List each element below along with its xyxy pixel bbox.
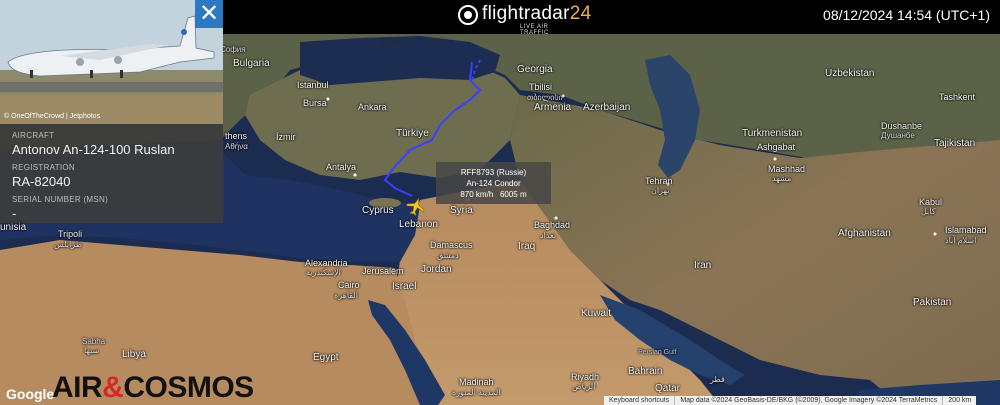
map-label: Tashkent — [939, 92, 976, 102]
map-label: Armenia — [534, 102, 572, 113]
map-footer: Keyboard shortcuts Map data ©2024 GeoBas… — [604, 396, 977, 405]
map-label: سبها — [84, 346, 100, 355]
map-label: Islamabad — [945, 225, 987, 235]
aircraft-info-panel: © OneOfTheCrowd | Jetphotos ✕ AIRCRAFT A… — [0, 0, 223, 223]
map-label: بغداد — [540, 231, 557, 240]
logo-text: flightradar24 — [482, 3, 592, 24]
map-label: Cairo — [338, 280, 360, 290]
close-button[interactable]: ✕ — [195, 0, 223, 28]
flight-type: An-124 Condor — [466, 179, 521, 188]
map-label: Georgia — [517, 64, 553, 75]
map-label: Tbilisi — [529, 82, 553, 92]
photo-credit: © OneOfTheCrowd | Jetphotos — [4, 113, 101, 120]
map-label: تهران — [651, 186, 670, 195]
keyboard-shortcuts-link[interactable]: Keyboard shortcuts — [604, 396, 674, 405]
map-label: Jordan — [421, 264, 452, 275]
map-label: Iran — [694, 260, 712, 271]
map-label: Tajikistan — [934, 138, 976, 149]
map-label: Pakistan — [913, 297, 952, 308]
map-label: Libya — [122, 349, 146, 360]
map-label: Türkiye — [396, 128, 429, 139]
serial-value: - — [12, 206, 17, 221]
map-label: Dushanbe — [881, 121, 923, 131]
map-label: София — [220, 45, 246, 54]
map-label: Baghdad — [534, 220, 571, 230]
map-label: Qatar — [655, 383, 681, 394]
map-label: طرابلس — [54, 240, 83, 249]
map-label: Uzbekistan — [825, 68, 875, 79]
map-label: Ashgabat — [757, 142, 796, 152]
map-label: Black Sea — [380, 38, 417, 47]
serial-label: SERIAL NUMBER (MSN) — [12, 195, 109, 204]
map-label: Tehran — [645, 176, 673, 186]
map-label: Alexandria — [305, 258, 348, 268]
map-attribution: Map data ©2024 GeoBasis-DE/BKG (©2009), … — [674, 396, 942, 405]
map-label: Bulgaria — [233, 58, 270, 69]
registration-label: REGISTRATION — [12, 163, 76, 172]
air-cosmos-watermark: AIR&COSMOS — [52, 371, 254, 404]
map-label: İzmir — [276, 132, 296, 142]
map-label: Damascus — [430, 240, 473, 250]
scale-indicator: 200 km — [942, 396, 976, 405]
map-label: Persian Gulf — [638, 349, 677, 356]
aircraft-photo[interactable]: © OneOfTheCrowd | Jetphotos — [0, 0, 223, 124]
aircraft-label: AIRCRAFT — [12, 131, 55, 140]
map-label: اسلام آباد — [945, 236, 977, 245]
map-label: Egypt — [313, 352, 339, 363]
map-label: Riyadh — [571, 372, 600, 382]
map-label: Antalya — [326, 162, 357, 172]
map-label: Mashhad — [768, 164, 806, 174]
logo-subtitle: LIVE AIR TRAFFIC — [520, 24, 549, 36]
map-label: thens — [225, 131, 248, 141]
map-label: Αθήνα — [225, 142, 248, 151]
map-label: قطر — [710, 375, 725, 384]
map-label: Душанбе — [881, 131, 915, 140]
datetime-display: 08/12/2024 14:54 (UTC+1) — [823, 7, 990, 23]
aircraft-value: Antonov An-124-100 Ruslan — [12, 142, 175, 157]
aircraft-details: AIRCRAFT Antonov An-124-100 Ruslan REGIS… — [12, 131, 217, 221]
radar-icon — [458, 5, 478, 25]
map-label: دمشق — [437, 251, 459, 260]
map-label: Madinah — [459, 377, 494, 387]
map-label: Afghanistan — [838, 228, 891, 239]
registration-value: RA-82040 — [12, 174, 71, 189]
map-label: Sabha — [82, 337, 106, 346]
map-label: Ankara — [358, 102, 387, 112]
map-label: کابل — [921, 207, 936, 216]
google-logo: Google — [6, 386, 55, 402]
map-label: Tripoli — [58, 229, 83, 239]
map-label: Turkmenistan — [742, 128, 803, 139]
map-label: Istanbul — [297, 80, 329, 90]
map-label: Bahrain — [628, 366, 663, 377]
map-label: Lebanon — [399, 219, 438, 230]
map-label: unisia — [0, 222, 27, 233]
flight-speed-altitude: 870 km/h 6005 m — [460, 190, 527, 199]
flightradar24-logo[interactable]: flightradar24 LIVE AIR TRAFFIC — [458, 3, 591, 36]
map-label: الرياض — [572, 382, 596, 391]
map-label: თბილისი — [527, 93, 563, 102]
map-label: Jerusalem — [362, 266, 404, 276]
map-label: المدينة المنورة — [452, 388, 501, 397]
map-label: Kabul — [919, 197, 943, 207]
map-label: القاهرة — [334, 291, 358, 300]
map-label: الإسكندرية — [306, 268, 341, 277]
map-label: Bursa — [303, 98, 327, 108]
flight-callsign: RFF8793 (Russie) — [460, 168, 527, 177]
flight-tooltip[interactable]: RFF8793 (Russie) An-124 Condor 870 km/h … — [436, 162, 551, 204]
map-label: Cyprus — [362, 205, 394, 216]
map-label: Syria — [450, 205, 473, 216]
map-label: Azerbaijan — [583, 102, 631, 113]
map-label: Israel — [392, 281, 417, 292]
map-label: Iraq — [518, 241, 536, 252]
map-label: مشهد — [772, 174, 792, 183]
map-label: Kuwait — [581, 308, 612, 319]
